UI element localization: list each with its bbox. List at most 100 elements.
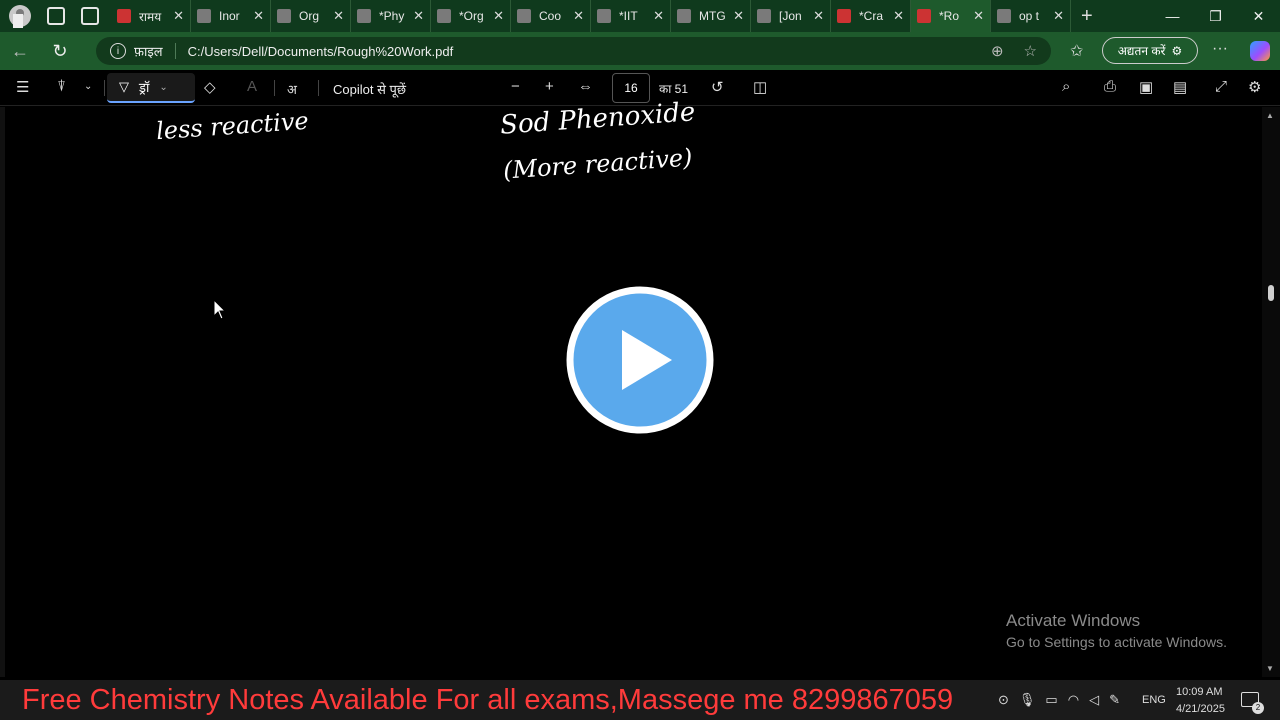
page-view-icon[interactable]: ◫: [753, 78, 767, 96]
draw-icon: ▽: [119, 79, 129, 94]
scroll-up-icon[interactable]: ▲: [1266, 111, 1274, 120]
update-button[interactable]: अद्यतन करें ⚙: [1102, 37, 1198, 64]
url-text[interactable]: C:/Users/Dell/Documents/Rough%20Work.pdf: [188, 44, 454, 59]
volume-icon[interactable]: ◁: [1089, 692, 1099, 708]
browser-tab[interactable]: Inor ✕: [191, 0, 271, 32]
erase-icon[interactable]: ◇: [204, 78, 216, 96]
tab-close-icon[interactable]: ✕: [253, 8, 264, 24]
tab-title: *Org: [459, 9, 484, 23]
clock-date[interactable]: 4/21/2025: [1176, 703, 1225, 715]
browser-tab[interactable]: *IIT ✕: [591, 0, 671, 32]
language-indicator[interactable]: ENG: [1142, 694, 1166, 706]
ask-copilot-button[interactable]: Copilot से पूछें: [333, 80, 406, 98]
page-icon: [437, 9, 451, 23]
favorite-star-icon[interactable]: ☆: [1024, 42, 1037, 60]
tab-close-icon[interactable]: ✕: [893, 8, 904, 24]
browser-tab[interactable]: *Ro ✕: [911, 0, 991, 32]
tray-app-icon[interactable]: ⊙: [998, 692, 1009, 708]
tab-title: Org: [299, 9, 320, 23]
pen-icon[interactable]: ✎: [1109, 692, 1120, 708]
window-controls: — ❐ ✕: [1151, 0, 1280, 32]
notification-count-badge: 2: [1252, 702, 1264, 714]
more-menu-icon[interactable]: ···: [1212, 40, 1228, 58]
browser-tab[interactable]: op t ✕: [991, 0, 1071, 32]
activation-watermark-title: Activate Windows: [1006, 611, 1141, 630]
fit-width-icon[interactable]: ⇔: [578, 78, 593, 95]
tab-close-icon[interactable]: ✕: [733, 8, 744, 24]
search-icon[interactable]: ⌕: [1062, 78, 1070, 95]
tab-close-icon[interactable]: ✕: [333, 8, 344, 24]
tab-strip: रामय ✕ Inor ✕ Org ✕ *Phy ✕ *Org ✕ Coo ✕ *IIT ✕ MTG ✕ [Jo…: [0, 0, 1280, 32]
draw-button[interactable]: ▽ ड्रॉ ⌄: [107, 73, 195, 103]
update-icon: ⚙: [1171, 43, 1183, 58]
read-aloud-icon[interactable]: अ: [287, 80, 297, 98]
address-bar[interactable]: i फ़ाइल C:/Users/Dell/Documents/Rough%20…: [96, 37, 1051, 65]
play-video-icon[interactable]: [566, 286, 714, 434]
tab-title: Inor: [219, 9, 240, 23]
page-icon: [517, 9, 531, 23]
minimize-button[interactable]: —: [1151, 0, 1194, 32]
browser-tab[interactable]: *Org ✕: [431, 0, 511, 32]
browser-tab[interactable]: रामय ✕: [111, 0, 191, 32]
save-icon[interactable]: ▣: [1139, 78, 1153, 96]
system-tray: ⊙ 🎙 ▭ ◠ ◁ ✎: [998, 680, 1130, 720]
page-icon: [757, 9, 771, 23]
info-icon[interactable]: i: [110, 43, 126, 59]
browser-tab[interactable]: [Jon ✕: [751, 0, 831, 32]
save-as-icon[interactable]: ▤: [1173, 78, 1187, 96]
tab-close-icon[interactable]: ✕: [973, 8, 984, 24]
draw-dropdown-icon[interactable]: ⌄: [159, 82, 167, 93]
settings-gear-icon[interactable]: ⚙: [1248, 78, 1261, 96]
back-button[interactable]: ←: [0, 41, 40, 62]
microphone-icon[interactable]: 🎙: [1019, 692, 1036, 708]
wifi-icon[interactable]: ◠: [1068, 692, 1079, 708]
highlight-dropdown-icon[interactable]: ⌄: [84, 81, 92, 92]
tab-close-icon[interactable]: ✕: [413, 8, 424, 24]
browser-tab[interactable]: Org ✕: [271, 0, 351, 32]
tab-close-icon[interactable]: ✕: [1053, 8, 1064, 24]
browser-tab[interactable]: MTG ✕: [671, 0, 751, 32]
zoom-icon[interactable]: ⊕: [991, 42, 1004, 60]
refresh-button[interactable]: ↻: [40, 41, 80, 62]
contents-icon[interactable]: ☰: [16, 78, 29, 96]
scrollbar-thumb[interactable]: [1268, 285, 1274, 301]
highlight-icon[interactable]: ⍒: [57, 78, 66, 95]
page-total: का 51: [659, 82, 689, 96]
zoom-in-icon[interactable]: +: [545, 78, 554, 95]
add-text-icon: A: [247, 78, 258, 95]
browser-tab[interactable]: *Cra ✕: [831, 0, 911, 32]
print-icon[interactable]: ⎙: [1104, 78, 1116, 95]
new-tab-button[interactable]: +: [1081, 5, 1093, 28]
browser-tab[interactable]: Coo ✕: [511, 0, 591, 32]
scroll-down-icon[interactable]: ▼: [1266, 664, 1274, 673]
clock-time[interactable]: 10:09 AM: [1176, 686, 1222, 698]
vertical-scrollbar[interactable]: ▲ ▼: [1262, 107, 1280, 677]
promo-banner-text: Free Chemistry Notes Available For all e…: [22, 684, 954, 716]
tab-close-icon[interactable]: ✕: [813, 8, 824, 24]
address-divider: [174, 43, 176, 59]
tab-title: *IIT: [619, 9, 638, 23]
tab-actions-icon[interactable]: [81, 7, 99, 25]
fullscreen-icon[interactable]: ⤢: [1215, 78, 1227, 95]
tab-close-icon[interactable]: ✕: [173, 8, 184, 24]
tab-close-icon[interactable]: ✕: [653, 8, 664, 24]
toolbar-divider: [274, 80, 275, 96]
close-window-button[interactable]: ✕: [1237, 0, 1280, 32]
rotate-icon[interactable]: ↺: [711, 78, 724, 96]
restore-button[interactable]: ❐: [1194, 0, 1237, 32]
toolbar-divider: [318, 80, 319, 96]
copilot-icon[interactable]: [1250, 41, 1270, 61]
page-icon: [197, 9, 211, 23]
zoom-out-icon[interactable]: −: [511, 78, 520, 95]
tab-close-icon[interactable]: ✕: [493, 8, 504, 24]
tab-title: MTG: [699, 9, 726, 23]
taskbar-app-icon[interactable]: [13, 14, 23, 28]
tab-close-icon[interactable]: ✕: [573, 8, 584, 24]
pdf-file-icon: [837, 9, 851, 23]
browser-tab[interactable]: *Phy ✕: [351, 0, 431, 32]
activation-watermark-subtitle: Go to Settings to activate Windows.: [1006, 634, 1227, 650]
page-number-input[interactable]: 16: [612, 73, 650, 103]
battery-icon[interactable]: ▭: [1045, 692, 1057, 708]
favorites-icon[interactable]: ✩: [1070, 41, 1083, 61]
workspaces-icon[interactable]: [47, 7, 65, 25]
